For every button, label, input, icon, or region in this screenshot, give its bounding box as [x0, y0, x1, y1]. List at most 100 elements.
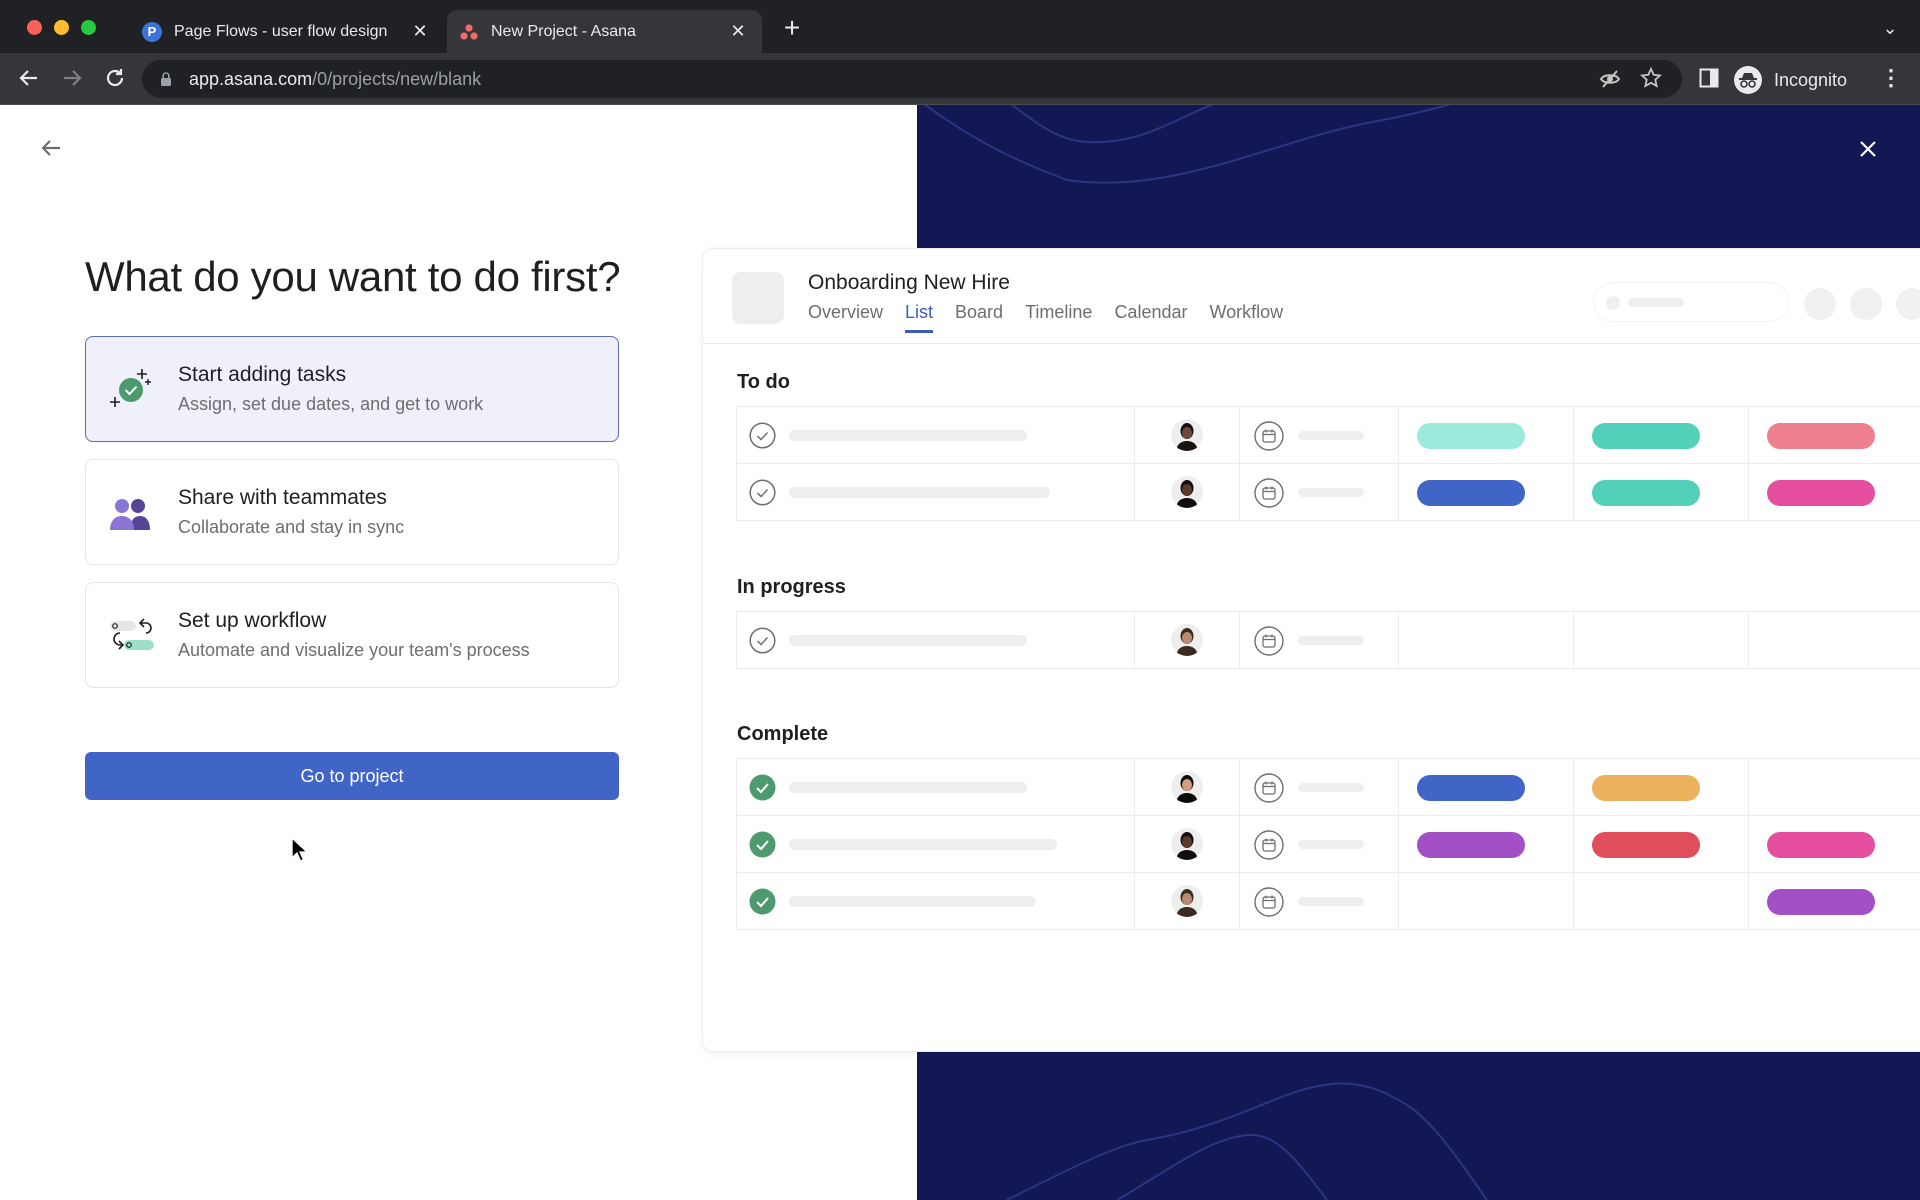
task-row — [736, 407, 1920, 464]
assignee-cell — [1135, 407, 1240, 464]
section-title: Complete — [737, 723, 829, 745]
address-bar[interactable]: app.asana.com/0/projects/new/blank — [142, 60, 1682, 98]
tab-title: Page Flows - user flow design — [174, 22, 388, 40]
task-name-skeleton — [789, 487, 1050, 498]
task-name-cell — [737, 873, 1135, 930]
project-icon-placeholder — [732, 272, 784, 324]
tab-board: Board — [955, 302, 1004, 322]
tracking-protection-eye-off-icon[interactable] — [1599, 68, 1621, 95]
option-title: Set up workflow — [178, 609, 327, 632]
task-table — [736, 758, 1920, 930]
page-heading: What do you want to do first? — [85, 253, 621, 300]
browser-menu-kebab-icon[interactable]: ⋮ — [1877, 64, 1905, 92]
tag-cell — [1399, 407, 1574, 464]
close-icon[interactable] — [1852, 133, 1884, 165]
tag-cell — [1574, 464, 1749, 521]
option-start-adding-tasks[interactable]: Start adding tasks Assign, set due dates… — [85, 336, 619, 442]
task-name-skeleton — [789, 839, 1057, 850]
url-path: /0/projects/new/blank — [312, 69, 482, 89]
window-maximize-button[interactable] — [81, 20, 96, 35]
browser-tab-strip: P Page Flows - user flow design ✕ New Pr… — [0, 0, 1920, 53]
task-row — [736, 873, 1920, 930]
asana-new-project-page: What do you want to do first? Start addi… — [0, 105, 1920, 1200]
task-name-cell — [737, 407, 1135, 464]
date-skeleton — [1298, 783, 1364, 792]
due-date-cell — [1240, 407, 1399, 464]
new-tab-icon[interactable]: + — [778, 14, 806, 42]
incomplete-check-icon — [749, 422, 776, 449]
close-tab-icon[interactable]: ✕ — [410, 21, 430, 42]
tag-pill — [1417, 480, 1525, 506]
assignee-avatar — [1171, 624, 1203, 656]
tag-pill — [1592, 775, 1700, 801]
task-name-skeleton — [789, 896, 1036, 907]
go-to-project-button[interactable]: Go to project — [85, 752, 619, 800]
bookmark-star-icon[interactable] — [1639, 66, 1663, 94]
tag-cell — [1749, 759, 1920, 816]
assignee-avatar — [1171, 885, 1203, 917]
url-host: app.asana.com — [189, 69, 313, 89]
tag-pill — [1767, 423, 1875, 449]
reload-icon[interactable] — [101, 64, 129, 92]
browser-tab-page-flows[interactable]: P Page Flows - user flow design ✕ — [130, 10, 444, 53]
url-text: app.asana.com/0/projects/new/blank — [189, 69, 481, 90]
option-set-up-workflow[interactable]: Set up workflow Automate and visualize y… — [85, 582, 619, 688]
assignee-cell — [1135, 816, 1240, 873]
forward-icon[interactable] — [58, 64, 86, 92]
assignee-avatar — [1171, 419, 1203, 451]
incognito-profile-button[interactable]: Incognito — [1734, 62, 1847, 98]
tag-cell — [1574, 873, 1749, 930]
completed-check-icon — [749, 774, 776, 801]
task-row — [736, 816, 1920, 873]
tag-cell — [1574, 816, 1749, 873]
option-description: Automate and visualize your team's proce… — [178, 640, 530, 660]
assignee-cell — [1135, 873, 1240, 930]
tag-cell — [1399, 873, 1574, 930]
tab-search-chevron-icon[interactable]: ⌄ — [1876, 14, 1904, 42]
back-icon[interactable] — [15, 64, 43, 92]
date-skeleton — [1298, 636, 1364, 645]
tag-cell — [1574, 612, 1749, 669]
section-title: To do — [737, 371, 790, 393]
tag-pill — [1767, 480, 1875, 506]
side-panel-icon[interactable] — [1699, 68, 1719, 93]
tag-pill — [1592, 832, 1700, 858]
option-title: Start adding tasks — [178, 363, 347, 386]
task-row — [736, 464, 1920, 521]
tab-title: New Project - Asana — [491, 22, 636, 40]
window-minimize-button[interactable] — [54, 20, 69, 35]
browser-tab-asana[interactable]: New Project - Asana ✕ — [447, 10, 762, 53]
due-date-cell — [1240, 612, 1399, 669]
back-arrow-icon[interactable] — [36, 133, 66, 163]
project-preview-card: Onboarding New Hire Overview List Board … — [703, 249, 1920, 1051]
option-share-with-teammates[interactable]: Share with teammates Collaborate and sta… — [85, 459, 619, 565]
completed-check-icon — [749, 831, 776, 858]
project-view-tabs: Overview List Board Timeline Calendar Wo… — [808, 302, 1283, 333]
tab-workflow: Workflow — [1209, 302, 1284, 322]
incomplete-check-icon — [749, 627, 776, 654]
tag-pill — [1592, 423, 1700, 449]
tag-pill — [1417, 832, 1525, 858]
page-flows-favicon-icon: P — [142, 21, 162, 42]
workflow-icon — [106, 609, 158, 661]
tag-pill — [1767, 832, 1875, 858]
calendar-icon — [1254, 887, 1284, 917]
date-skeleton — [1298, 488, 1364, 497]
header-avatar-skeleton — [1804, 288, 1836, 320]
tag-cell — [1574, 759, 1749, 816]
task-name-cell — [737, 816, 1135, 873]
close-tab-icon[interactable]: ✕ — [728, 21, 748, 42]
browser-toolbar: app.asana.com/0/projects/new/blank Incog… — [0, 53, 1920, 105]
tag-cell — [1749, 464, 1920, 521]
task-name-cell — [737, 759, 1135, 816]
tag-cell — [1399, 464, 1574, 521]
lock-icon[interactable] — [160, 71, 172, 92]
project-title: Onboarding New Hire — [808, 271, 1010, 294]
window-close-button[interactable] — [27, 20, 42, 35]
calendar-icon — [1254, 421, 1284, 451]
option-description: Assign, set due dates, and get to work — [178, 394, 484, 414]
due-date-cell — [1240, 873, 1399, 930]
assignee-avatar — [1171, 771, 1203, 803]
tag-cell — [1399, 816, 1574, 873]
task-row — [736, 612, 1920, 669]
